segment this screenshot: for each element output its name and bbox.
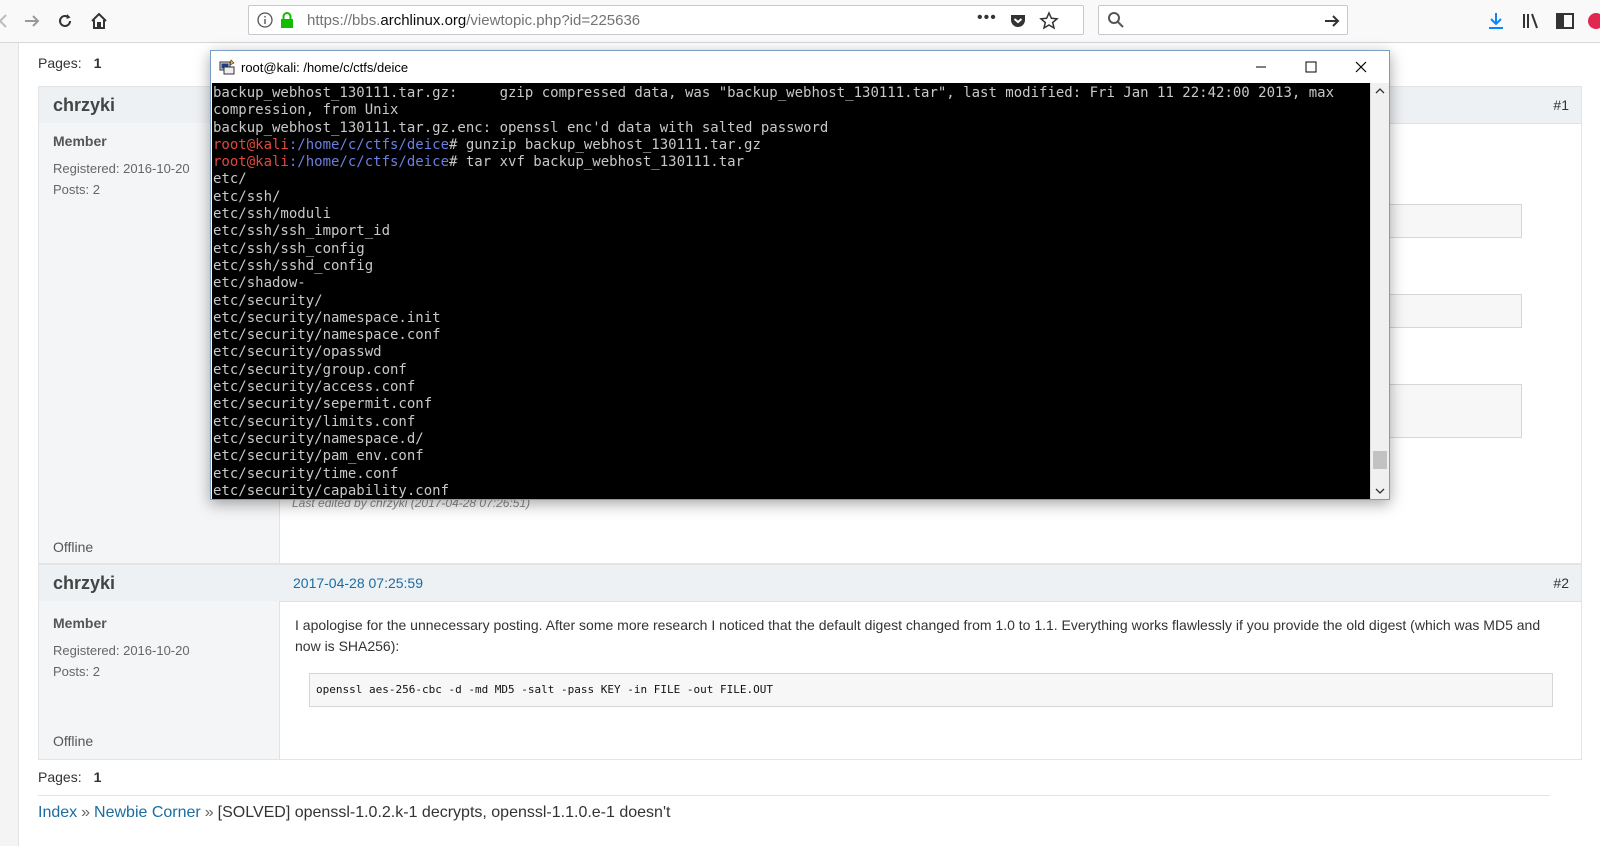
addon-icon[interactable] bbox=[1582, 7, 1600, 35]
terminal-line: compression, from Unix bbox=[213, 102, 399, 119]
breadcrumb: Index» Newbie Corner» [SOLVED] openssl-1.0… bbox=[38, 804, 670, 822]
browser-toolbar: https://bbs.archlinux.org/viewtopic.php?… bbox=[0, 0, 1600, 43]
back-icon[interactable] bbox=[0, 7, 18, 35]
terminal-line: etc/security/opasswd bbox=[213, 344, 382, 361]
user-role: Member bbox=[53, 133, 107, 149]
user-post-count: Posts: 2 bbox=[53, 182, 100, 197]
terminal-line: etc/security/group.conf bbox=[213, 361, 407, 378]
terminal-line: etc/security/namespace.d/ bbox=[213, 430, 424, 447]
terminal-line: etc/security/time.conf bbox=[213, 465, 399, 482]
breadcrumb-separator: » bbox=[204, 804, 214, 821]
post-number-link[interactable]: #2 bbox=[1553, 575, 1569, 591]
maximize-icon[interactable] bbox=[1287, 51, 1335, 83]
divider bbox=[38, 795, 1550, 796]
breadcrumb-separator: » bbox=[81, 804, 91, 821]
prompt-path: :/home/c/ctfs/deice bbox=[288, 154, 450, 171]
pages-label: Pages: bbox=[38, 769, 82, 785]
terminal-line: etc/security/capability.conf bbox=[213, 482, 450, 499]
close-icon[interactable] bbox=[1337, 51, 1385, 83]
post-author[interactable]: chrzyki bbox=[53, 573, 115, 594]
download-icon[interactable] bbox=[1482, 7, 1510, 35]
code-block: openssl aes-256-cbc -d -md MD5 -salt -pa… bbox=[309, 673, 1553, 707]
url-bar[interactable]: https://bbs.archlinux.org/viewtopic.php?… bbox=[248, 5, 1084, 35]
terminal-line: etc/ssh/ bbox=[213, 188, 281, 205]
terminal-command: # gunzip backup_webhost_130111.tar.gz bbox=[449, 136, 761, 153]
post-date-link[interactable]: 2017-04-28 07:25:59 bbox=[293, 575, 423, 591]
putty-icon bbox=[219, 59, 235, 75]
user-post-count: Posts: 2 bbox=[53, 664, 100, 679]
search-icon bbox=[1107, 11, 1125, 34]
user-registered: Registered: 2016-10-20 bbox=[53, 161, 190, 176]
home-icon[interactable] bbox=[85, 7, 113, 35]
post-author[interactable]: chrzyki bbox=[53, 95, 115, 116]
pages-label: Pages: bbox=[38, 55, 82, 71]
user-status: Offline bbox=[53, 539, 94, 555]
reload-icon[interactable] bbox=[51, 7, 79, 35]
post-2: chrzyki 2017-04-28 07:25:59 #2 Member Re… bbox=[38, 564, 1582, 760]
pages-bottom: Pages: 1 bbox=[38, 769, 101, 785]
terminal-scrollbar[interactable] bbox=[1370, 83, 1389, 499]
info-icon[interactable] bbox=[257, 12, 273, 33]
terminal-text: backup_webhost_130111.tar.gz: gzip compr… bbox=[213, 85, 1334, 499]
url-prefix: https://bbs. bbox=[307, 12, 381, 29]
breadcrumb-index-link[interactable]: Index bbox=[38, 804, 77, 821]
url-host: archlinux.org bbox=[380, 12, 467, 29]
user-status: Offline bbox=[53, 733, 94, 749]
terminal-title: root@kali: /home/c/ctfs/deice bbox=[241, 60, 409, 75]
breadcrumb-topic: [SOLVED] openssl-1.0.2.k-1 decrypts, ope… bbox=[217, 804, 671, 821]
terminal-line: etc/security/sepermit.conf bbox=[213, 396, 433, 413]
forward-icon[interactable] bbox=[18, 7, 46, 35]
sidebar-icon[interactable] bbox=[1551, 7, 1579, 35]
pocket-icon[interactable] bbox=[1009, 12, 1027, 35]
terminal-line: backup_webhost_130111.tar.gz.enc: openss… bbox=[213, 119, 829, 136]
page-number[interactable]: 1 bbox=[94, 55, 102, 71]
scroll-thumb[interactable] bbox=[1373, 451, 1387, 469]
terminal-line: etc/security/access.conf bbox=[213, 379, 416, 396]
search-bar[interactable] bbox=[1098, 5, 1348, 35]
terminal-output[interactable]: backup_webhost_130111.tar.gz: gzip compr… bbox=[212, 83, 1370, 499]
prompt-user: root@kali bbox=[213, 136, 289, 153]
page-number[interactable]: 1 bbox=[94, 769, 102, 785]
terminal-line: etc/security/namespace.conf bbox=[213, 327, 441, 344]
library-icon[interactable] bbox=[1517, 7, 1545, 35]
minimize-icon[interactable] bbox=[1237, 51, 1285, 83]
lock-icon[interactable] bbox=[279, 11, 295, 34]
prompt-user: root@kali bbox=[213, 154, 289, 171]
terminal-line: etc/security/limits.conf bbox=[213, 413, 416, 430]
breadcrumb-forum-link[interactable]: Newbie Corner bbox=[94, 804, 201, 821]
terminal-line: etc/security/pam_env.conf bbox=[213, 448, 424, 465]
url-text[interactable]: https://bbs.archlinux.org/viewtopic.php?… bbox=[307, 12, 640, 29]
user-info: Member Registered: 2016-10-20 Posts: 2 O… bbox=[39, 601, 280, 759]
go-arrow-icon[interactable] bbox=[1318, 7, 1346, 35]
scroll-down-icon[interactable] bbox=[1375, 487, 1385, 495]
url-path: /viewtopic.php?id=225636 bbox=[466, 12, 641, 29]
terminal-line: etc/ssh/ssh_config bbox=[213, 240, 365, 257]
terminal-window[interactable]: root@kali: /home/c/ctfs/deice backup_web… bbox=[210, 50, 1390, 500]
post-body-text: I apologise for the unnecessary posting.… bbox=[295, 617, 1541, 654]
scroll-up-icon[interactable] bbox=[1375, 87, 1385, 95]
user-registered: Registered: 2016-10-20 bbox=[53, 643, 190, 658]
pages-top: Pages: 1 bbox=[38, 55, 101, 71]
bookmark-star-icon[interactable] bbox=[1039, 11, 1059, 36]
terminal-line: etc/ssh/ssh_import_id bbox=[213, 223, 391, 240]
terminal-line: backup_webhost_130111.tar.gz: gzip compr… bbox=[213, 85, 1335, 101]
terminal-line: etc/ssh/moduli bbox=[213, 206, 332, 223]
post-number-link[interactable]: #1 bbox=[1553, 97, 1569, 113]
prompt-path: :/home/c/ctfs/deice bbox=[288, 136, 450, 153]
post-header: chrzyki 2017-04-28 07:25:59 #2 bbox=[39, 565, 1581, 602]
terminal-line: etc/ bbox=[213, 171, 247, 188]
terminal-titlebar[interactable]: root@kali: /home/c/ctfs/deice bbox=[211, 51, 1389, 83]
page-left-margin bbox=[0, 43, 19, 846]
user-role: Member bbox=[53, 615, 107, 631]
terminal-line: etc/security/namespace.init bbox=[213, 309, 441, 326]
terminal-line: etc/security/ bbox=[213, 292, 323, 309]
page-actions-icon[interactable]: ••• bbox=[977, 9, 997, 27]
terminal-line: etc/ssh/sshd_config bbox=[213, 257, 374, 274]
terminal-line: etc/shadow- bbox=[213, 275, 306, 292]
terminal-command: # tar xvf backup_webhost_130111.tar bbox=[449, 154, 745, 171]
